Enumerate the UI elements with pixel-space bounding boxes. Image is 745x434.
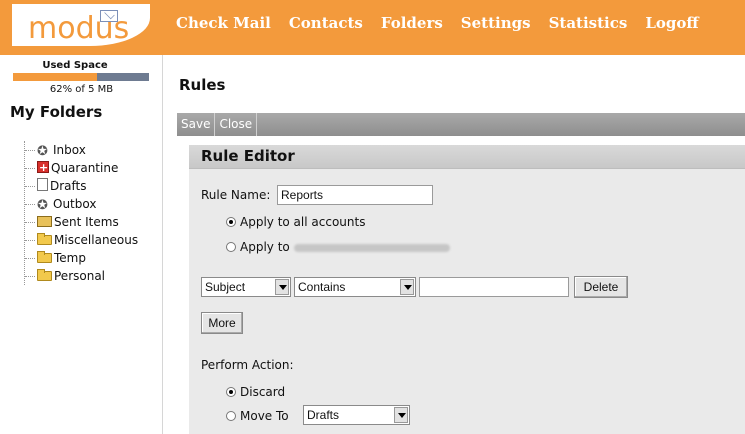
apply-to-label: Apply to (240, 240, 450, 254)
discard-label: Discard (240, 385, 286, 399)
page-title: Rules (179, 76, 226, 94)
nav-logoff[interactable]: Logoff (645, 14, 698, 32)
move-to-folder-select[interactable]: Drafts (303, 405, 410, 425)
rule-name-input[interactable]: Reports (277, 185, 433, 205)
folder-miscellaneous[interactable]: Miscellaneous (25, 231, 138, 249)
folder-label: Inbox (53, 143, 86, 157)
folder-icon (37, 269, 52, 281)
quarantine-icon (37, 159, 49, 177)
folder-label: Miscellaneous (54, 233, 139, 247)
toolbar: Save Close (177, 113, 745, 136)
rule-name-label: Rule Name: (201, 188, 271, 202)
move-to-label: Move To (240, 409, 289, 423)
folder-personal[interactable]: Personal (25, 267, 138, 285)
folder-quarantine[interactable]: Quarantine (25, 159, 138, 177)
folder-tree: ✪ Inbox Quarantine Drafts ✪ Outbox Sent It… (24, 141, 138, 285)
outbox-icon: ✪ (37, 198, 48, 213)
folder-label: Personal (54, 269, 106, 283)
folder-label: Quarantine (51, 161, 119, 175)
save-button[interactable]: Save (177, 113, 216, 136)
logo: modus (12, 4, 150, 46)
condition-value-input[interactable] (419, 277, 569, 297)
usage-bar-fill (13, 73, 98, 81)
condition-operator-value: Contains (298, 280, 346, 294)
apply-all-label: Apply to all accounts (240, 215, 366, 229)
apply-to-radio[interactable] (226, 242, 236, 252)
rule-editor: Rule Editor Rule Name: Reports Apply to … (189, 145, 745, 434)
delete-button[interactable]: Delete (574, 276, 628, 298)
inbox-icon: ✪ (37, 144, 48, 159)
mail-icon (100, 10, 118, 22)
redacted-account (293, 243, 450, 252)
folder-label: Sent Items (54, 215, 119, 229)
nav-contacts[interactable]: Contacts (289, 14, 363, 32)
rule-editor-title: Rule Editor (201, 147, 295, 165)
nav-settings[interactable]: Settings (461, 14, 531, 32)
sidebar: Used Space 62% of 5 MB My Folders ✪ Inbox… (0, 55, 163, 434)
folder-label: Temp (54, 251, 86, 265)
folder-sent-items[interactable]: Sent Items (25, 213, 138, 231)
folder-outbox[interactable]: ✪ Outbox (25, 195, 138, 213)
chevron-down-icon (275, 279, 289, 295)
folder-inbox[interactable]: ✪ Inbox (25, 141, 138, 159)
sent-items-icon (37, 216, 52, 227)
move-to-radio[interactable] (226, 411, 236, 421)
condition-operator-select[interactable]: Contains (294, 277, 416, 297)
close-button[interactable]: Close (215, 113, 258, 136)
used-space-label: Used Space (42, 60, 108, 71)
discard-radio[interactable] (226, 387, 236, 397)
main-nav: Check Mail Contacts Folders Settings Sta… (176, 14, 717, 32)
perform-action-label: Perform Action: (201, 358, 294, 372)
apply-all-radio[interactable] (226, 217, 236, 227)
usage-bar (13, 73, 149, 81)
move-to-folder-value: Drafts (307, 408, 340, 422)
nav-folders[interactable]: Folders (381, 14, 443, 32)
nav-check-mail[interactable]: Check Mail (176, 14, 271, 32)
condition-field-select[interactable]: Subject (201, 277, 291, 297)
folder-label: Drafts (50, 179, 87, 193)
condition-field-value: Subject (205, 280, 246, 294)
drafts-icon (37, 178, 48, 191)
usage-text: 62% of 5 MB (49, 84, 114, 95)
folder-temp[interactable]: Temp (25, 249, 138, 267)
folder-icon (37, 251, 52, 263)
more-button[interactable]: More (201, 312, 243, 334)
chevron-down-icon (400, 279, 414, 295)
chevron-down-icon (394, 407, 408, 423)
top-bar: modus Check Mail Contacts Folders Settin… (0, 0, 745, 55)
nav-statistics[interactable]: Statistics (549, 14, 628, 32)
folder-drafts[interactable]: Drafts (25, 177, 138, 195)
folder-label: Outbox (53, 197, 97, 211)
my-folders-heading: My Folders (10, 103, 103, 121)
folder-icon (37, 233, 52, 245)
